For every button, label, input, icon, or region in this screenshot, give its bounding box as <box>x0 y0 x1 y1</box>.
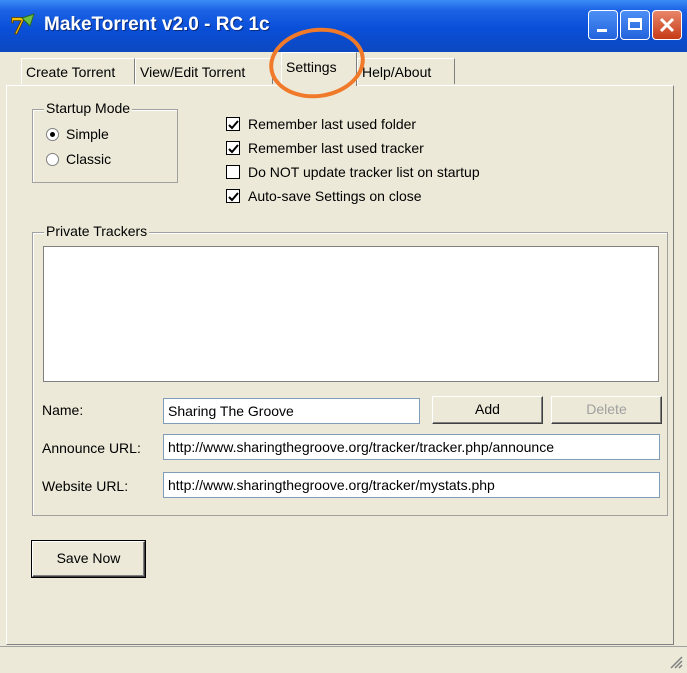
no-update-tracker-checkbox[interactable]: Do NOT update tracker list on startup <box>226 164 480 180</box>
startup-mode-label: Startup Mode <box>44 100 133 116</box>
app-logo-icon: 7 <box>10 13 35 38</box>
save-now-button[interactable]: Save Now <box>32 541 145 577</box>
close-icon <box>659 17 675 33</box>
checkmark-icon <box>226 117 240 131</box>
private-trackers-list[interactable] <box>43 246 659 382</box>
resize-grip-icon[interactable] <box>669 655 683 669</box>
website-url-input[interactable] <box>163 472 660 498</box>
maximize-button[interactable] <box>620 10 650 40</box>
tab-create-torrent[interactable]: Create Torrent <box>21 58 135 84</box>
auto-save-checkbox[interactable]: Auto-save Settings on close <box>226 188 422 204</box>
private-trackers-label: Private Trackers <box>44 223 150 239</box>
delete-button[interactable]: Delete <box>551 396 662 424</box>
checkbox-empty-icon <box>226 165 240 179</box>
name-label: Name: <box>42 402 84 418</box>
startup-mode-group <box>32 109 178 183</box>
startup-mode-classic-radio[interactable]: Classic <box>46 151 111 167</box>
checkmark-icon <box>226 189 240 203</box>
radio-unselected-icon <box>46 152 59 166</box>
announce-url-input[interactable] <box>163 434 660 460</box>
add-button[interactable]: Add <box>432 396 543 424</box>
name-input[interactable] <box>163 398 420 424</box>
website-url-label: Website URL: <box>42 478 129 494</box>
status-bar <box>0 646 687 673</box>
remember-folder-checkbox[interactable]: Remember last used folder <box>226 116 416 132</box>
app-window: 7 MakeTorrent v2.0 - RC 1c Create Torren… <box>0 0 687 673</box>
tab-view-edit-torrent[interactable]: View/Edit Torrent <box>135 58 273 84</box>
announce-url-label: Announce URL: <box>42 440 141 456</box>
minimize-button[interactable] <box>588 10 618 40</box>
remember-tracker-checkbox[interactable]: Remember last used tracker <box>226 140 424 156</box>
startup-mode-simple-radio[interactable]: Simple <box>46 126 109 142</box>
tab-help-about[interactable]: Help/About <box>357 58 455 84</box>
checkmark-icon <box>226 141 240 155</box>
close-button[interactable] <box>652 10 682 40</box>
radio-selected-icon <box>46 127 59 141</box>
window-title: MakeTorrent v2.0 - RC 1c <box>44 14 270 35</box>
